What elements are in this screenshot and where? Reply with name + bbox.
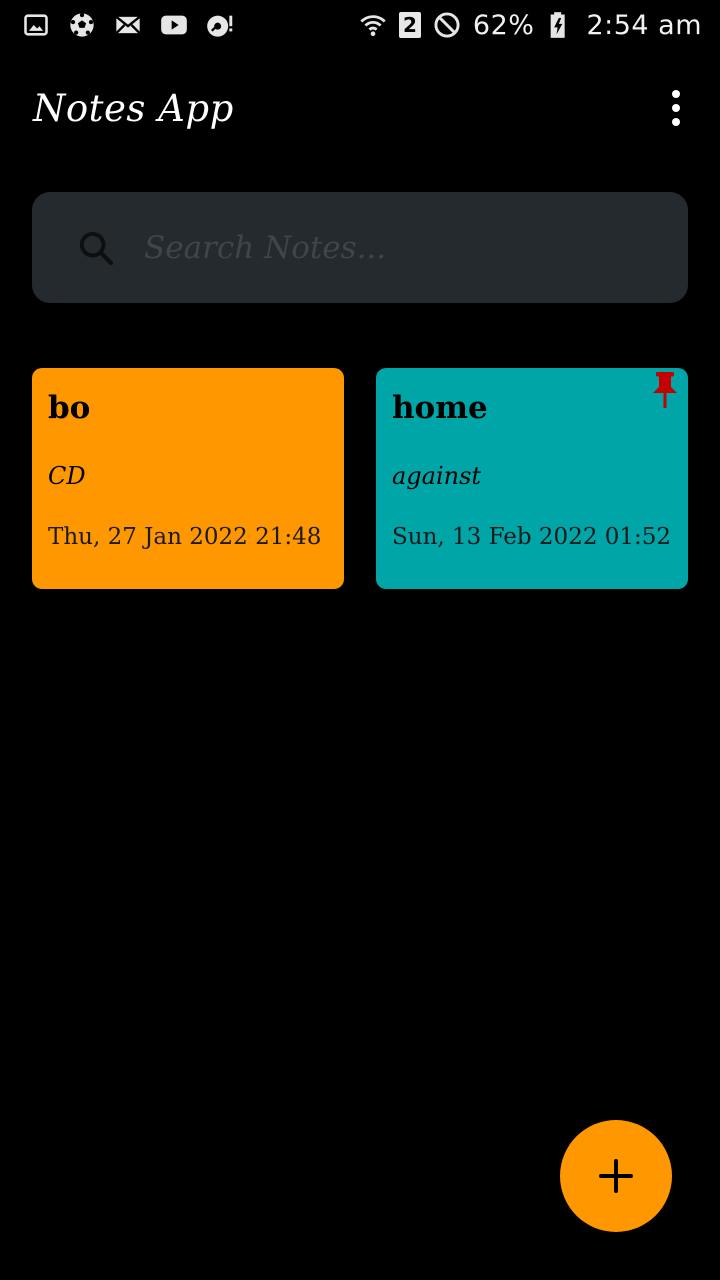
pushpin-icon[interactable]: [650, 372, 680, 408]
clock: 2:54 am: [586, 9, 702, 41]
youtube-icon: [160, 11, 188, 39]
search-icon: [79, 231, 114, 265]
search-input[interactable]: [144, 229, 688, 266]
mail-icon: [114, 11, 142, 39]
note-body: CD: [48, 462, 86, 490]
app-title: Notes App: [33, 86, 234, 130]
battery-percent: 62%: [472, 9, 535, 41]
menu-dot: [672, 118, 680, 126]
note-date: Thu, 27 Jan 2022 21:48 p: [48, 524, 328, 550]
soccer-ball-icon: [68, 11, 96, 39]
add-note-button[interactable]: [560, 1120, 672, 1232]
sim-2-icon: 2: [398, 12, 421, 38]
notes-grid: bo CD Thu, 27 Jan 2022 21:48 p home agai…: [32, 368, 688, 589]
menu-dot: [672, 90, 680, 98]
note-title: home: [392, 390, 488, 426]
note-card-bo[interactable]: bo CD Thu, 27 Jan 2022 21:48 p: [32, 368, 344, 589]
disc-alert-icon: [206, 11, 234, 39]
note-title: bo: [48, 390, 91, 426]
notes-screen: 2 62% 2:54 am Notes App bo: [0, 0, 720, 1280]
wifi-icon: [359, 11, 387, 39]
do-not-disturb-icon: [433, 11, 461, 39]
app-bar: Notes App: [0, 60, 720, 156]
battery-charging-icon: [546, 11, 574, 39]
notification-icons: [22, 11, 234, 39]
system-indicators: 2 62% 2:54 am: [359, 10, 702, 41]
search-bar[interactable]: [32, 192, 688, 303]
menu-dot: [672, 104, 680, 112]
note-body: against: [392, 462, 482, 490]
more-vertical-icon[interactable]: [662, 84, 690, 132]
gallery-icon: [22, 11, 50, 39]
status-bar: 2 62% 2:54 am: [0, 0, 720, 50]
note-date: Sun, 13 Feb 2022 01:52 a: [392, 524, 672, 550]
plus-icon: [599, 1159, 633, 1193]
note-card-home[interactable]: home against Sun, 13 Feb 2022 01:52 a: [376, 368, 688, 589]
